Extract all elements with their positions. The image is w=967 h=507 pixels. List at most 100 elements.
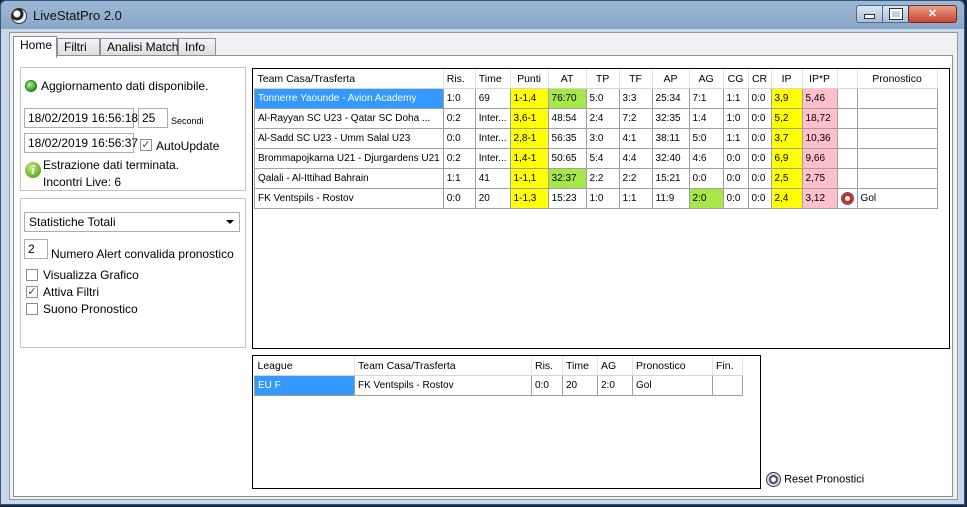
alert-count-field[interactable]: 2 — [24, 239, 48, 259]
column-header[interactable]: Ris. — [531, 357, 563, 376]
cell-tf[interactable]: 3:3 — [618, 88, 653, 109]
cell-cg[interactable]: 1:1 — [722, 128, 749, 149]
cell-ip[interactable]: 2,4 — [770, 188, 803, 209]
cell-cg[interactable]: 0:0 — [722, 148, 749, 169]
cell-cr[interactable]: 0:0 — [747, 88, 772, 109]
close-button[interactable]: ✕ — [908, 5, 957, 23]
cell-ag[interactable]: 5:0 — [688, 128, 724, 149]
cell-ap[interactable]: 11:9 — [651, 188, 690, 209]
seconds-field[interactable]: 25 — [138, 108, 168, 128]
cell-ipp[interactable]: 18,72 — [801, 108, 838, 129]
cell-ipp[interactable]: 3,12 — [801, 188, 838, 209]
table-row[interactable]: Brommapojkarna U21 - Djurgardens U21 0:2… — [254, 148, 938, 169]
cell-cr[interactable]: 0:0 — [747, 168, 772, 189]
cell-icon[interactable] — [836, 168, 858, 189]
table-row[interactable]: EU F FK Ventspils - Rostov 0:0 20 2:0 Go… — [254, 375, 743, 396]
cell-ris[interactable]: 0:0 — [531, 375, 563, 396]
table-row[interactable]: FK Ventspils - Rostov 0:0 20 1-1,3 15:23… — [254, 188, 938, 209]
column-header[interactable] — [837, 70, 858, 89]
cell-at[interactable]: 76:70 — [547, 88, 587, 109]
column-header[interactable]: Pronostico — [632, 357, 713, 376]
column-header[interactable]: Team Casa/Trasferta — [354, 357, 532, 376]
cell-cr[interactable]: 0:0 — [747, 188, 772, 209]
cell-pronostico[interactable]: Gol — [856, 188, 938, 209]
cell-ip[interactable]: 5,2 — [770, 108, 803, 129]
cell-tf[interactable]: 7:2 — [618, 108, 653, 129]
cell-cg[interactable]: 0:0 — [722, 168, 749, 189]
date-from-field[interactable]: 18/02/2019 16:56:18 — [24, 108, 138, 128]
table-row[interactable]: Qalali - Al-Ittihad Bahrain 1:1 41 1-1,1… — [254, 168, 938, 189]
cell-ipp[interactable]: 5,46 — [801, 88, 838, 109]
cell-tp[interactable]: 5:4 — [585, 148, 620, 169]
column-header[interactable]: TP — [586, 70, 620, 89]
column-header[interactable]: Ris. — [443, 70, 476, 89]
column-header[interactable]: AP — [652, 70, 690, 89]
alerts-grid[interactable]: League Team Casa/Trasferta Ris. Time AG … — [252, 355, 761, 489]
cell-cg[interactable]: 1:1 — [722, 88, 749, 109]
cell-ip[interactable]: 2,5 — [770, 168, 803, 189]
suono-pronostico-checkbox[interactable] — [26, 303, 38, 315]
cell-ipp[interactable]: 2,75 — [801, 168, 838, 189]
cell-ris[interactable]: 0:0 — [442, 128, 476, 149]
cell-icon[interactable] — [836, 188, 858, 209]
date-to-field[interactable]: 18/02/2019 16:56:37 — [24, 133, 138, 153]
cell-punti[interactable]: 1,4-1 — [509, 148, 549, 169]
column-header[interactable]: AG — [597, 357, 633, 376]
column-header[interactable]: Pronostico — [857, 70, 938, 89]
tab-filtri[interactable]: Filtri — [57, 38, 100, 56]
cell-tp[interactable]: 1:0 — [585, 188, 620, 209]
column-header[interactable]: Punti — [510, 70, 549, 89]
cell-tf[interactable]: 1:1 — [618, 188, 653, 209]
cell-icon[interactable] — [836, 88, 858, 109]
cell-pronostico[interactable] — [856, 128, 938, 149]
column-header[interactable]: Team Casa/Trasferta — [254, 70, 444, 89]
column-header[interactable]: League — [254, 357, 355, 376]
cell-time[interactable]: Inter... — [474, 148, 511, 169]
cell-ag[interactable]: 0:0 — [688, 168, 724, 189]
cell-team[interactable]: Tonnerre Yaounde - Avion Academy — [254, 88, 444, 109]
column-header[interactable]: AT — [548, 70, 587, 89]
cell-ap[interactable]: 32:40 — [651, 148, 690, 169]
cell-time[interactable]: 20 — [562, 375, 598, 396]
cell-at[interactable]: 56:35 — [547, 128, 587, 149]
cell-icon[interactable] — [836, 148, 858, 169]
cell-ap[interactable]: 25:34 — [651, 88, 690, 109]
cell-pronostico[interactable] — [856, 88, 938, 109]
cell-pronostico[interactable] — [856, 148, 938, 169]
cell-ip[interactable]: 3,9 — [770, 88, 803, 109]
table-row[interactable]: Tonnerre Yaounde - Avion Academy 1:0 69 … — [254, 88, 938, 109]
cell-team[interactable]: Qalali - Al-Ittihad Bahrain — [254, 168, 444, 189]
cell-at[interactable]: 48:54 — [547, 108, 587, 129]
column-header[interactable]: TF — [619, 70, 653, 89]
cell-tp[interactable]: 5:0 — [585, 88, 620, 109]
cell-ipp[interactable]: 10,36 — [801, 128, 838, 149]
cell-ag[interactable]: 2:0 — [688, 188, 724, 209]
reset-pronostici-button[interactable]: Reset Pronostici — [766, 472, 864, 487]
cell-cg[interactable]: 1:0 — [722, 108, 749, 129]
tab-info[interactable]: Info — [178, 38, 216, 56]
statistics-select[interactable]: Statistiche Totali — [24, 212, 240, 232]
minimize-button[interactable] — [856, 5, 883, 23]
cell-league[interactable]: EU F — [254, 375, 355, 396]
cell-ap[interactable]: 32:35 — [651, 108, 690, 129]
column-header[interactable]: Time — [562, 357, 598, 376]
cell-pronostico[interactable] — [856, 168, 938, 189]
cell-ap[interactable]: 15:21 — [651, 168, 690, 189]
cell-punti[interactable]: 2,8-1 — [509, 128, 549, 149]
cell-punti[interactable]: 1-1,1 — [509, 168, 549, 189]
cell-punti[interactable]: 3,6-1 — [509, 108, 549, 129]
cell-ap[interactable]: 38:11 — [651, 128, 690, 149]
autoupdate-checkbox[interactable]: ✓ — [140, 139, 152, 151]
column-header[interactable]: CG — [723, 70, 749, 89]
matches-grid[interactable]: Team Casa/Trasferta Ris. Time Punti AT T… — [252, 68, 950, 349]
cell-ag[interactable]: 7:1 — [688, 88, 724, 109]
cell-tp[interactable]: 2:4 — [585, 108, 620, 129]
cell-ipp[interactable]: 9,66 — [801, 148, 838, 169]
cell-ris[interactable]: 0:2 — [442, 108, 476, 129]
cell-ris[interactable]: 0:2 — [442, 148, 476, 169]
cell-time[interactable]: 41 — [474, 168, 511, 189]
cell-time[interactable]: Inter... — [474, 128, 511, 149]
cell-time[interactable]: Inter... — [474, 108, 511, 129]
cell-pronostico[interactable] — [856, 108, 938, 129]
cell-ris[interactable]: 0:0 — [442, 188, 476, 209]
